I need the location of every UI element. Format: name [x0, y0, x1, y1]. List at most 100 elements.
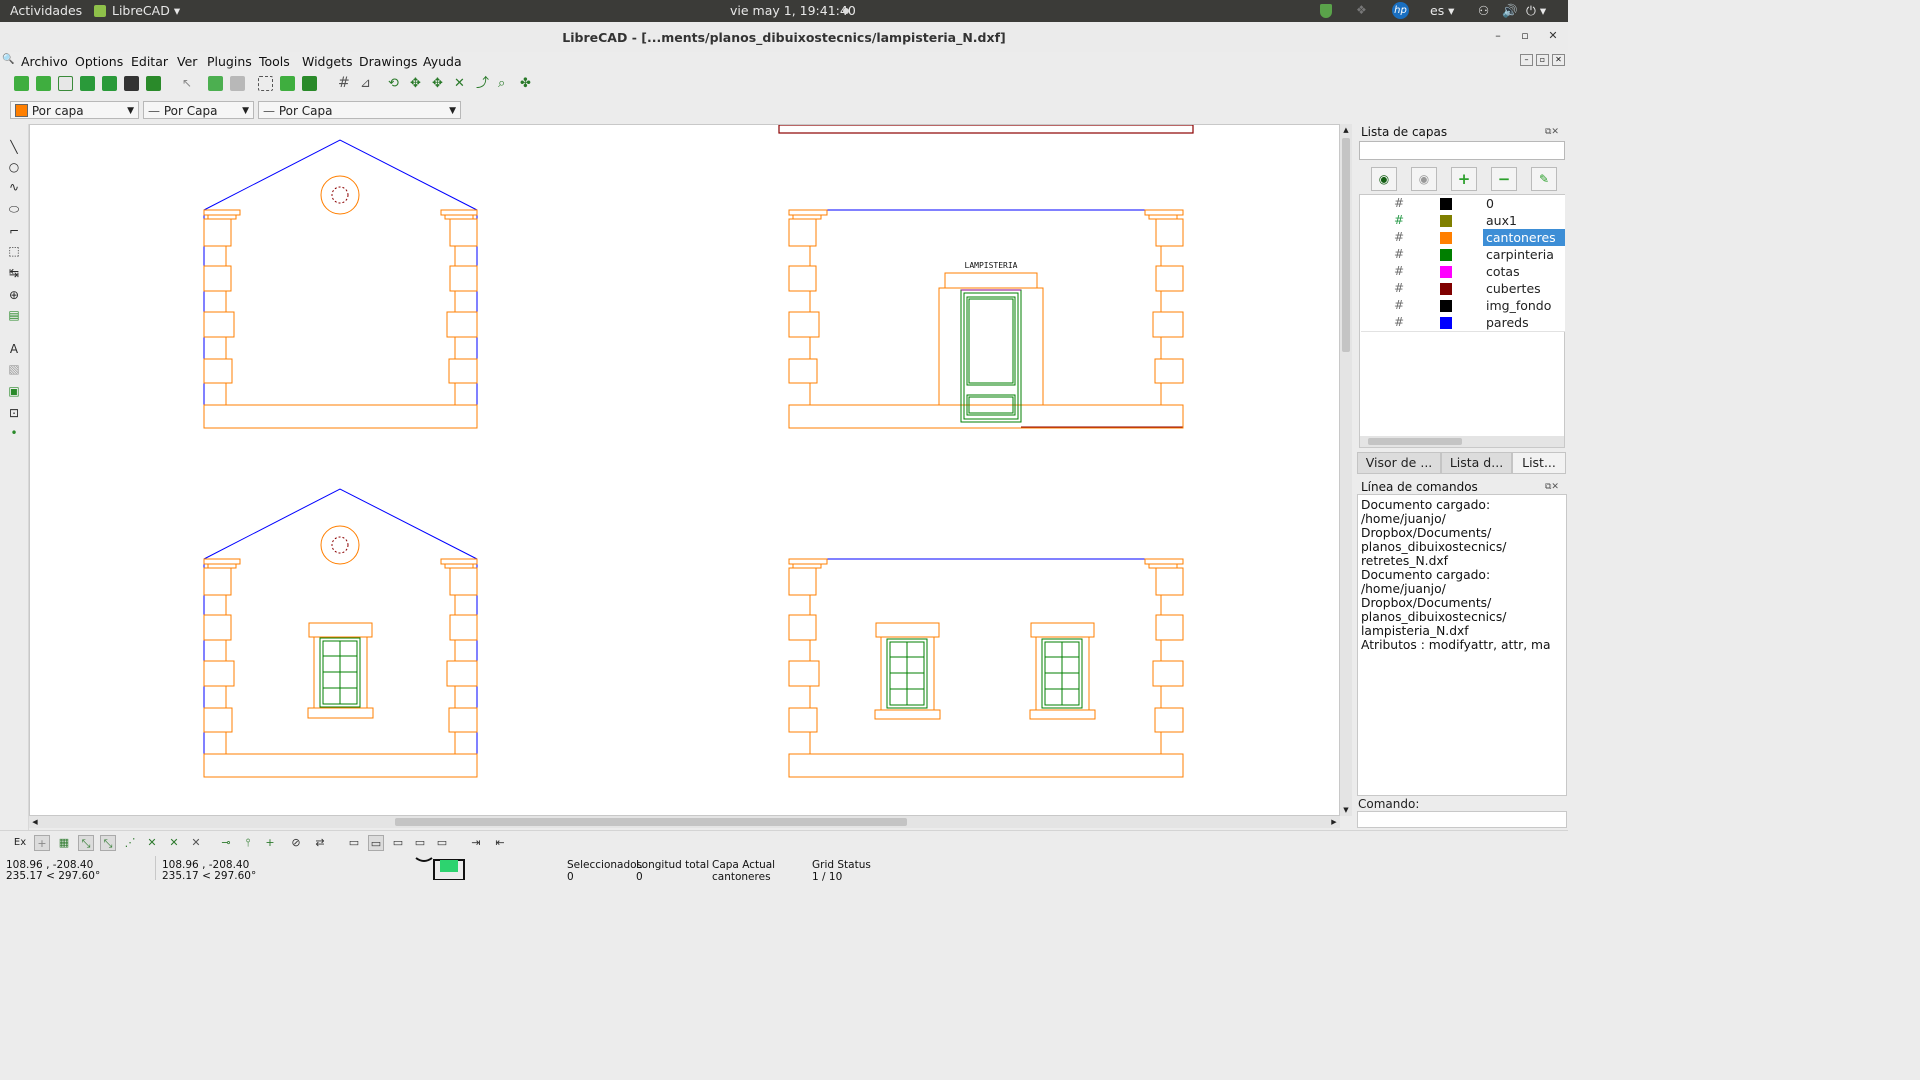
mdi-close-icon[interactable]: ✕ [1552, 54, 1565, 66]
restrict-orthogonal-icon[interactable]: + [262, 835, 278, 851]
save-icon[interactable] [80, 76, 95, 91]
modify-tool-icon[interactable]: ⊕ [7, 288, 21, 302]
maximize-button[interactable]: ▫ [1517, 28, 1533, 44]
document-menu-icon[interactable]: 🔍 [2, 54, 14, 65]
clock[interactable]: vie may 1, 19:41:40 [730, 3, 856, 18]
dropbox-icon[interactable]: ❖ [1356, 3, 1367, 17]
view-1-icon[interactable]: ▭ [346, 835, 362, 851]
select-pointer-icon[interactable]: ↖ [182, 76, 197, 91]
draft-icon[interactable]: ⊿ [360, 76, 375, 91]
snap-free-icon[interactable]: + [34, 835, 50, 851]
print-icon[interactable] [124, 76, 139, 91]
shield-icon[interactable] [1320, 4, 1332, 18]
block-tool-icon[interactable]: ⊡ [7, 406, 21, 420]
layer-filter-input[interactable] [1359, 141, 1565, 160]
select-tool-icon[interactable]: ⬚ [7, 244, 21, 258]
snap-tool-icon[interactable]: ▤ [7, 308, 21, 322]
line-tool-icon[interactable]: ╲ [7, 140, 21, 154]
menu-options[interactable]: Options [75, 54, 123, 69]
paste-icon[interactable] [302, 76, 317, 91]
select-window-icon[interactable] [258, 76, 273, 91]
view-2-icon[interactable]: ▭ [368, 835, 384, 851]
minimize-button[interactable]: – [1490, 28, 1506, 44]
panel-float-icon[interactable]: ⧉✕ [1545, 127, 1559, 137]
layer-row[interactable]: # cotas [1361, 263, 1565, 281]
horizontal-scrollbar[interactable]: ◀ ▶ [29, 816, 1340, 828]
grid-icon[interactable]: # [338, 76, 353, 91]
hide-all-layers-button[interactable]: ◉ [1411, 167, 1437, 191]
circle-tool-icon[interactable]: ○ [7, 160, 21, 174]
menu-ayuda[interactable]: Ayuda [423, 54, 462, 69]
menu-widgets[interactable]: Widgets [302, 54, 353, 69]
vertical-scroll-thumb[interactable] [1342, 138, 1350, 352]
vertical-scrollbar[interactable]: ▲ ▼ [1340, 124, 1352, 816]
layer-row-selected[interactable]: # cantoneres [1361, 229, 1565, 247]
layer-hscrollbar[interactable] [1360, 436, 1564, 447]
scroll-right-icon[interactable]: ▶ [1328, 816, 1340, 828]
snap-intersection-icon[interactable]: ✕ [188, 835, 204, 851]
layer-visibility-icon[interactable]: # [1394, 298, 1404, 312]
scroll-left-icon[interactable]: ◀ [29, 816, 41, 828]
zoom-window-icon[interactable]: ⌕ [498, 76, 513, 91]
mdi-restore-icon[interactable]: ▫ [1536, 54, 1549, 66]
power-icon[interactable]: ⏻ ▾ [1526, 3, 1546, 19]
app-menu-button[interactable]: LibreCAD ▾ [112, 3, 180, 18]
print-preview-icon[interactable] [146, 76, 161, 91]
restrict-horizontal-icon[interactable]: ⊸ [218, 835, 234, 851]
layer-row[interactable]: # cubertes [1361, 280, 1565, 298]
view-4-icon[interactable]: ▭ [412, 835, 428, 851]
layer-visibility-icon[interactable]: # [1394, 213, 1404, 227]
tab-lista-d[interactable]: Lista d... [1441, 452, 1512, 474]
new-template-icon[interactable] [36, 76, 51, 91]
layer-row[interactable]: # pareds [1361, 314, 1565, 332]
activities-button[interactable]: Actividades [10, 3, 82, 18]
edit-layer-button[interactable]: ✎ [1531, 167, 1557, 191]
mdi-minimize-icon[interactable]: – [1520, 54, 1533, 66]
layer-visibility-icon[interactable]: # [1394, 247, 1404, 261]
layer-visibility-icon[interactable]: # [1394, 196, 1404, 210]
linewidth-combo[interactable]: — Por Capa ▼ [258, 101, 461, 119]
tab-visor[interactable]: Visor de ... [1357, 452, 1441, 474]
new-file-icon[interactable] [14, 76, 29, 91]
text-tool-icon[interactable]: A [7, 342, 21, 356]
remove-block-icon[interactable]: ⇤ [492, 835, 508, 851]
hp-icon[interactable]: hp [1392, 2, 1409, 19]
zoom-in-icon[interactable]: ✥ [410, 76, 425, 91]
curve-tool-icon[interactable]: ∿ [7, 180, 21, 194]
language-selector[interactable]: es ▾ [1430, 3, 1454, 18]
lock-relative-zero-icon[interactable]: ⇄ [312, 835, 328, 851]
dimension-tool-icon[interactable]: ↹ [7, 266, 21, 280]
point-tool-icon[interactable]: • [7, 426, 21, 440]
snap-center-icon[interactable]: ⋰ [122, 835, 138, 851]
polyline-tool-icon[interactable]: ⌐ [7, 224, 21, 238]
layer-row[interactable]: # img_fondo [1361, 297, 1565, 315]
zoom-out-icon[interactable]: ✥ [432, 76, 447, 91]
view-5-icon[interactable]: ▭ [434, 835, 450, 851]
undo-icon[interactable] [208, 76, 223, 91]
layer-visibility-icon[interactable]: # [1394, 315, 1404, 329]
open-folder-icon[interactable] [58, 76, 73, 91]
network-icon[interactable]: ⚇ [1478, 3, 1489, 18]
menu-drawings[interactable]: Drawings [359, 54, 418, 69]
tab-list[interactable]: List... [1512, 452, 1566, 474]
remove-layer-button[interactable]: − [1491, 167, 1517, 191]
layer-visibility-icon[interactable]: # [1394, 264, 1404, 278]
snap-grid-icon[interactable]: ▦ [56, 835, 72, 851]
layer-row[interactable]: # 0 [1361, 195, 1565, 213]
color-combo[interactable]: Por capa ▼ [10, 101, 139, 119]
snap-entity-icon[interactable]: ⤡ [100, 835, 116, 851]
close-button[interactable]: ✕ [1545, 28, 1561, 44]
restrict-vertical-icon[interactable]: ⫯ [240, 835, 256, 851]
menu-ver[interactable]: Ver [177, 54, 197, 69]
zoom-previous-icon[interactable]: ⤴ [476, 76, 491, 91]
view-3-icon[interactable]: ▭ [390, 835, 406, 851]
zoom-auto-icon[interactable]: ✕ [454, 76, 469, 91]
ellipse-tool-icon[interactable]: ⬭ [7, 202, 21, 216]
copy-icon[interactable] [280, 76, 295, 91]
insert-block-icon[interactable]: ⇥ [468, 835, 484, 851]
scroll-down-icon[interactable]: ▼ [1340, 804, 1352, 816]
image-tool-icon[interactable]: ▣ [7, 384, 21, 398]
panel-float-icon[interactable]: ⧉✕ [1545, 482, 1559, 492]
layer-visibility-icon[interactable]: # [1394, 281, 1404, 295]
redraw-icon[interactable]: ⟲ [388, 76, 403, 91]
